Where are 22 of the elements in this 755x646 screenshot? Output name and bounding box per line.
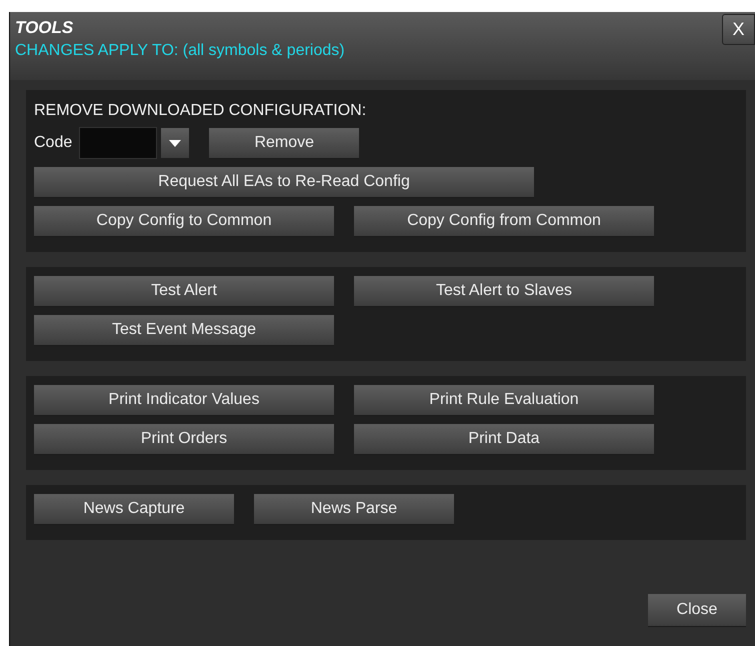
close-button[interactable]: X (722, 14, 755, 45)
action-button[interactable]: News Capture (34, 494, 234, 525)
action-button[interactable]: Request All EAs to Re-Read Config (34, 167, 534, 198)
section-heading: REMOVE DOWNLOADED CONFIGURATION: (34, 102, 368, 120)
caret-icon (169, 140, 182, 146)
dropdown-button[interactable] (161, 128, 190, 158)
action-button[interactable]: Test Alert (34, 276, 334, 307)
code-field[interactable] (79, 127, 158, 159)
action-button[interactable]: News Parse (254, 494, 454, 525)
code-label: Code (34, 134, 72, 152)
action-button[interactable]: Print Data (354, 424, 654, 455)
action-button[interactable]: Test Alert to Slaves (354, 276, 654, 307)
window-title: TOOLS (15, 18, 74, 38)
close-button[interactable]: Close (648, 594, 746, 627)
action-button[interactable]: Copy Config to Common (34, 206, 334, 237)
action-button[interactable]: Print Indicator Values (34, 385, 334, 416)
remove-button[interactable]: Remove (209, 128, 360, 158)
scope-subtitle: CHANGES APPLY TO: (all symbols & periods) (15, 41, 345, 61)
action-button[interactable]: Print Orders (34, 424, 334, 455)
action-button[interactable]: Print Rule Evaluation (354, 385, 654, 416)
action-button[interactable]: Test Event Message (34, 315, 334, 346)
action-button[interactable]: Copy Config from Common (354, 206, 654, 237)
